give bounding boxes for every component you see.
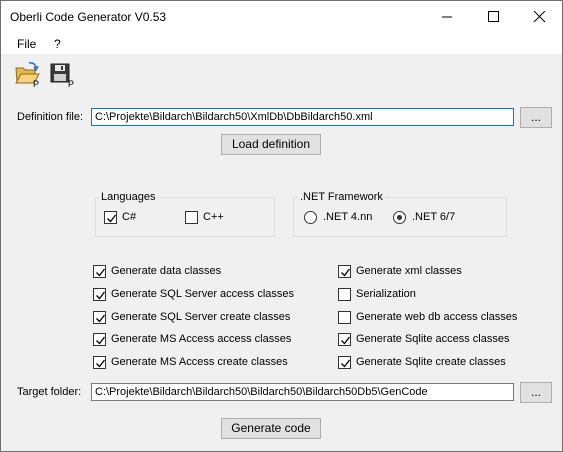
toolbar: P P bbox=[1, 54, 562, 92]
checkmark-icon bbox=[341, 336, 351, 345]
opt-data-classes-checkbox[interactable] bbox=[93, 265, 106, 278]
opt-sqlite-access-checkbox[interactable] bbox=[338, 333, 351, 346]
lang-csharp-label: C# bbox=[122, 211, 137, 223]
menu-bar: File ? bbox=[1, 32, 562, 54]
opt-sqlserver-create-checkbox[interactable] bbox=[93, 311, 106, 324]
menu-file[interactable]: File bbox=[17, 37, 36, 51]
lang-cpp-checkbox[interactable] bbox=[185, 211, 198, 224]
opt-sqlite-create-label: Generate Sqlite create classes bbox=[356, 356, 506, 368]
open-definition-tool-button[interactable]: P bbox=[13, 60, 41, 89]
languages-group-title: Languages bbox=[99, 191, 158, 203]
opt-serialization-checkbox[interactable] bbox=[338, 288, 351, 301]
opt-xml-classes-checkbox[interactable] bbox=[338, 265, 351, 278]
opt-serialization-label: Serialization bbox=[356, 288, 416, 300]
save-icon: P bbox=[50, 63, 74, 89]
checkmark-icon bbox=[96, 268, 106, 277]
maximize-icon bbox=[488, 11, 499, 22]
opt-msaccess-create-checkbox[interactable] bbox=[93, 356, 106, 369]
framework-net6-radio[interactable] bbox=[393, 211, 406, 224]
checkmark-icon bbox=[341, 359, 351, 368]
checkmark-icon bbox=[96, 359, 106, 368]
target-folder-input[interactable]: C:\Projekte\Bildarch\Bildarch50\Bildarch… bbox=[91, 383, 514, 401]
svg-text:P: P bbox=[68, 79, 74, 88]
svg-text:P: P bbox=[33, 79, 39, 88]
framework-group-title: .NET Framework bbox=[298, 191, 385, 203]
opt-msaccess-access-checkbox[interactable] bbox=[93, 333, 106, 346]
checkmark-icon bbox=[107, 214, 117, 223]
generate-code-button[interactable]: Generate code bbox=[221, 418, 321, 439]
checkmark-icon bbox=[341, 268, 351, 277]
opt-sqlserver-access-label: Generate SQL Server access classes bbox=[111, 288, 295, 300]
menu-help[interactable]: ? bbox=[54, 37, 61, 51]
opt-sqlite-create-checkbox[interactable] bbox=[338, 356, 351, 369]
opt-data-classes-label: Generate data classes bbox=[111, 265, 222, 277]
framework-net6-label: .NET 6/7 bbox=[412, 211, 456, 223]
target-folder-label: Target folder: bbox=[17, 386, 82, 398]
opt-webdb-access-label: Generate web db access classes bbox=[356, 311, 518, 323]
opt-sqlite-access-label: Generate Sqlite access classes bbox=[356, 333, 510, 345]
opt-msaccess-create-label: Generate MS Access create classes bbox=[111, 356, 288, 368]
maximize-button[interactable] bbox=[470, 1, 516, 32]
close-icon bbox=[533, 11, 546, 23]
checkmark-icon bbox=[96, 336, 106, 345]
opt-msaccess-access-label: Generate MS Access access classes bbox=[111, 333, 292, 345]
checkmark-icon bbox=[96, 291, 106, 300]
close-button[interactable] bbox=[516, 1, 562, 32]
opt-sqlserver-access-checkbox[interactable] bbox=[93, 288, 106, 301]
browse-definition-button[interactable]: ... bbox=[520, 107, 552, 128]
window-title: Oberli Code Generator V0.53 bbox=[10, 10, 167, 24]
minimize-button[interactable] bbox=[424, 1, 470, 32]
title-bar: Oberli Code Generator V0.53 bbox=[1, 1, 562, 32]
browse-target-button[interactable]: ... bbox=[520, 382, 552, 403]
definition-file-input[interactable]: C:\Projekte\Bildarch\Bildarch50\XmlDb\Db… bbox=[91, 108, 514, 126]
lang-csharp-checkbox[interactable] bbox=[104, 211, 117, 224]
checkmark-icon bbox=[96, 314, 106, 323]
opt-xml-classes-label: Generate xml classes bbox=[356, 265, 462, 277]
save-tool-button[interactable]: P bbox=[48, 60, 76, 89]
framework-net4-label: .NET 4.nn bbox=[323, 211, 373, 223]
definition-file-label: Definition file: bbox=[17, 111, 84, 123]
app-window: Oberli Code Generator V0.53 File ? P P D… bbox=[0, 0, 563, 452]
minimize-icon bbox=[442, 16, 452, 18]
framework-net4-radio[interactable] bbox=[304, 211, 317, 224]
opt-sqlserver-create-label: Generate SQL Server create classes bbox=[111, 311, 291, 323]
open-folder-icon: P bbox=[15, 62, 40, 89]
load-definition-button[interactable]: Load definition bbox=[221, 134, 321, 155]
opt-webdb-access-checkbox[interactable] bbox=[338, 311, 351, 324]
lang-cpp-label: C++ bbox=[203, 211, 224, 223]
radio-selected-dot bbox=[397, 215, 402, 220]
